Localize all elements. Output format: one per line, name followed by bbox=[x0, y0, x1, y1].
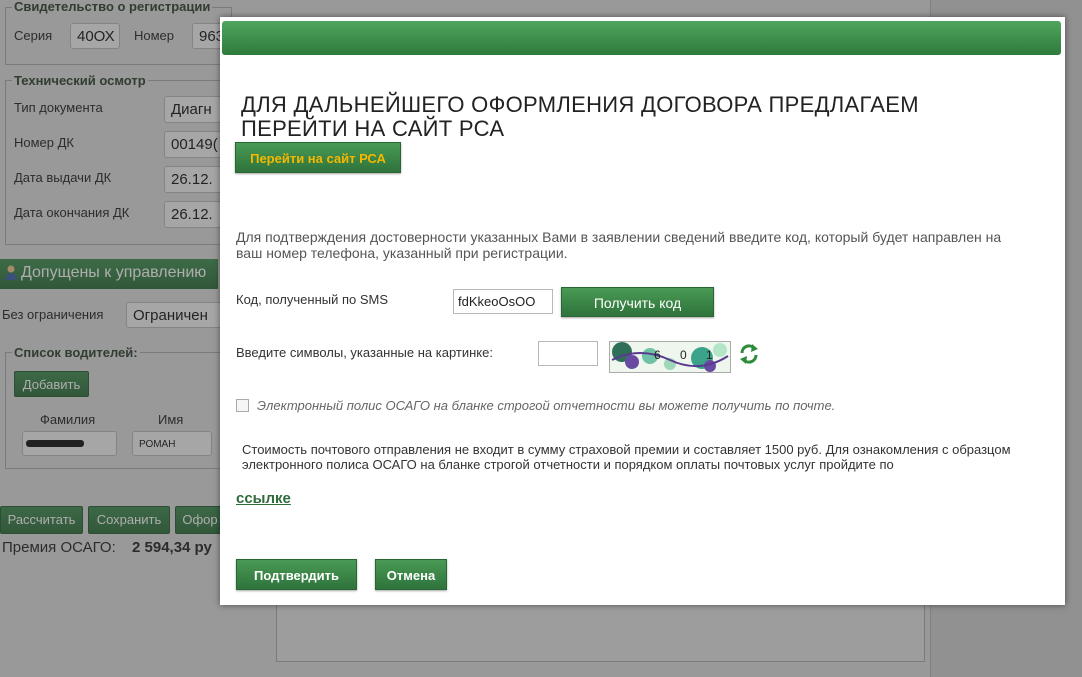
captcha-image: 6 0 1 bbox=[609, 341, 731, 373]
refresh-icon[interactable] bbox=[737, 342, 761, 366]
sms-code-label: Код, полученный по SMS bbox=[236, 292, 389, 307]
rsa-modal-dialog: ДЛЯ ДАЛЬНЕЙШЕГО ОФОРМЛЕНИЯ ДОГОВОРА ПРЕД… bbox=[220, 17, 1065, 605]
confirm-button[interactable]: Подтвердить bbox=[236, 559, 357, 590]
sms-code-input[interactable] bbox=[453, 289, 553, 314]
modal-title: ДЛЯ ДАЛЬНЕЙШЕГО ОФОРМЛЕНИЯ ДОГОВОРА ПРЕД… bbox=[241, 92, 919, 141]
captcha-input[interactable] bbox=[538, 341, 598, 366]
post-delivery-label: Электронный полис ОСАГО на бланке строго… bbox=[257, 398, 836, 413]
modal-header-bar bbox=[222, 21, 1061, 55]
captcha-label: Введите символы, указанные на картинке: bbox=[236, 345, 493, 360]
confirmation-text: Для подтверждения достоверности указанны… bbox=[236, 229, 1002, 261]
cancel-button[interactable]: Отмена bbox=[375, 559, 447, 590]
sample-link[interactable]: ссылке bbox=[236, 490, 291, 507]
postal-cost-text: Стоимость почтового отправления не входи… bbox=[242, 442, 1011, 472]
captcha-characters: 6 0 1 bbox=[654, 348, 721, 362]
post-delivery-checkbox[interactable] bbox=[236, 399, 249, 412]
goto-rsa-button[interactable]: Перейти на сайт РСА bbox=[235, 142, 401, 173]
get-code-button[interactable]: Получить код bbox=[561, 287, 714, 317]
